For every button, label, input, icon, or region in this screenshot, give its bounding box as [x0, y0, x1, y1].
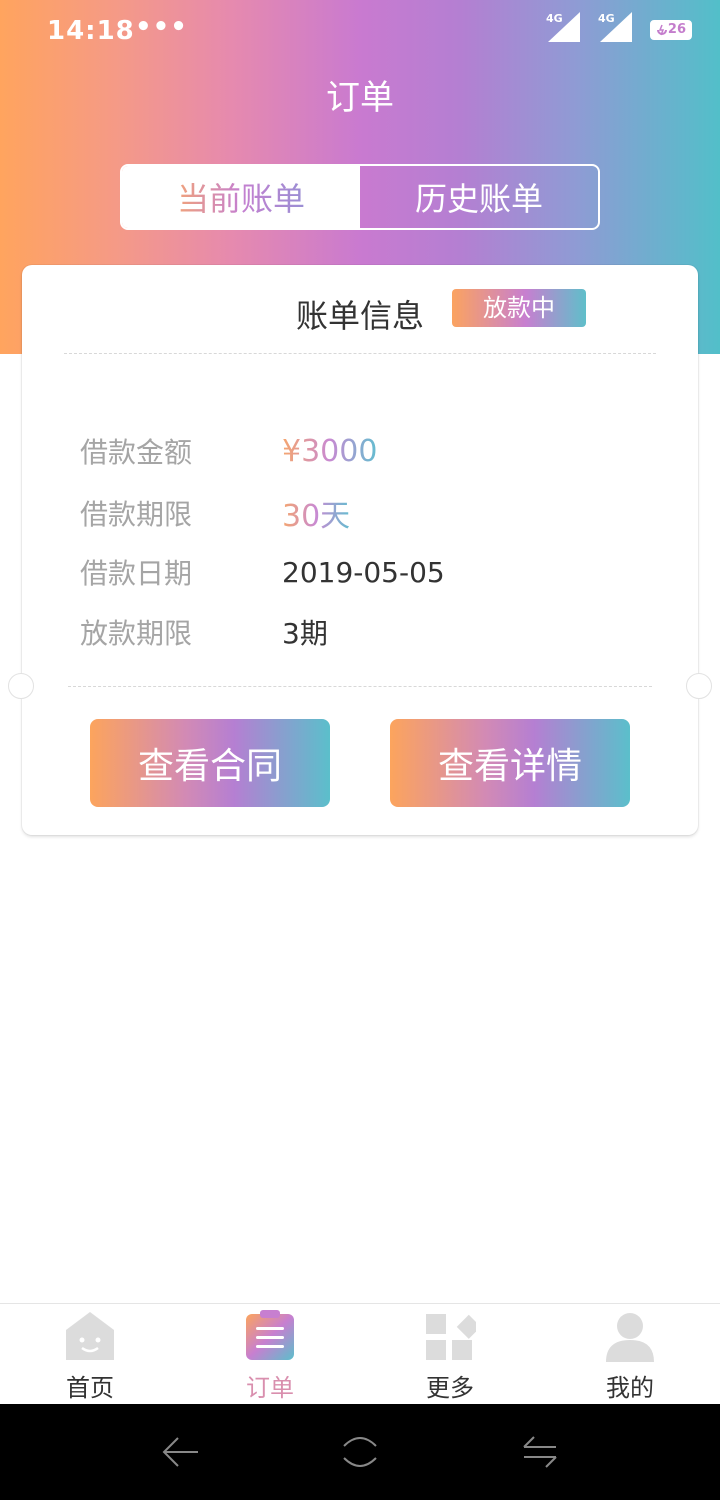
- tab-label: 历史账单: [414, 180, 543, 218]
- disburse-periods-value: 3期: [282, 617, 328, 650]
- nav-item-order[interactable]: 订单: [180, 1304, 360, 1404]
- nav-label: 首页: [66, 1374, 114, 1402]
- info-label: 借款日期: [80, 557, 193, 590]
- system-navigation-bar: [0, 1404, 720, 1500]
- divider: [64, 353, 656, 354]
- order-list-icon: [246, 1310, 294, 1360]
- bill-tabs: 当前账单 历史账单: [120, 164, 600, 230]
- page-title: 订单: [326, 78, 394, 118]
- ticket-notch-left: [8, 673, 34, 699]
- nav-item-home[interactable]: 首页: [0, 1304, 180, 1404]
- charging-icon: [657, 24, 667, 36]
- nav-label: 我的: [606, 1374, 654, 1402]
- status-time: 14:18: [47, 16, 135, 46]
- recent-apps-icon[interactable]: [520, 1432, 560, 1472]
- user-icon: [606, 1313, 654, 1362]
- loan-term-value: 30天: [282, 491, 350, 535]
- nav-item-mine[interactable]: 我的: [540, 1304, 720, 1404]
- card-title: 账单信息: [296, 297, 425, 335]
- info-row-periods: 放款期限 3期: [80, 612, 328, 652]
- bill-card: 账单信息 放款中 借款金额 ¥3000 借款期限 30天 借款日期 2019-0…: [8, 265, 712, 835]
- tab-current-bill[interactable]: 当前账单: [122, 166, 360, 228]
- nav-label: 订单: [246, 1374, 294, 1402]
- loan-amount-value: ¥3000: [282, 433, 378, 469]
- battery-level: 26: [667, 22, 686, 37]
- info-label: 放款期限: [80, 617, 193, 650]
- status-bar: 14:18 ••• 4G 4G 26: [0, 0, 720, 66]
- divider: [68, 686, 652, 687]
- signal-strength-icon: [600, 12, 632, 42]
- nav-item-more[interactable]: 更多: [360, 1304, 540, 1404]
- view-detail-button[interactable]: 查看详情: [390, 719, 630, 807]
- tab-label: 当前账单: [177, 174, 305, 220]
- bottom-nav: 首页 订单 更多 我的: [0, 1303, 720, 1404]
- status-more-dots: •••: [135, 12, 188, 42]
- home-face-icon: [66, 1312, 114, 1360]
- status-badge: 放款中: [452, 289, 586, 327]
- nav-label: 更多: [426, 1374, 474, 1402]
- loan-date-value: 2019-05-05: [282, 555, 445, 589]
- battery-indicator: 26: [650, 20, 692, 40]
- info-label: 借款金额: [80, 436, 193, 469]
- info-row-date: 借款日期 2019-05-05: [80, 552, 445, 592]
- info-label: 借款期限: [80, 498, 193, 531]
- ticket-notch-right: [686, 673, 712, 699]
- signal-strength-icon: [548, 12, 580, 42]
- view-contract-button[interactable]: 查看合同: [90, 719, 330, 807]
- info-row-term: 借款期限 30天: [80, 491, 350, 535]
- grid-more-icon: [426, 1314, 476, 1360]
- home-icon[interactable]: [340, 1432, 380, 1472]
- back-icon[interactable]: [160, 1432, 200, 1472]
- info-row-amount: 借款金额 ¥3000: [80, 431, 377, 471]
- tab-history-bill[interactable]: 历史账单: [360, 166, 598, 228]
